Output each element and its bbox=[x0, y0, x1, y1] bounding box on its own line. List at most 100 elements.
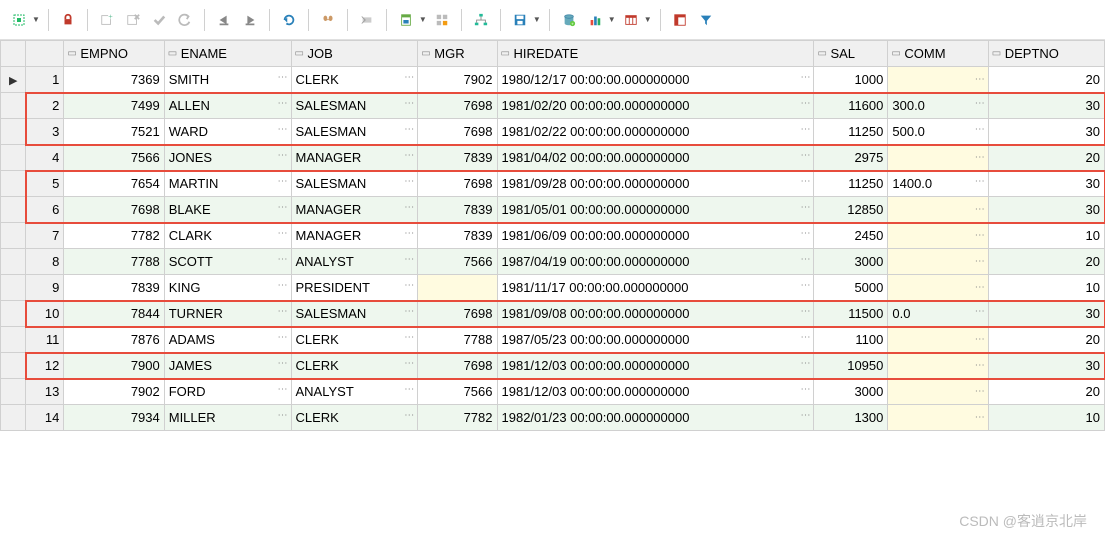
group-icon[interactable] bbox=[431, 9, 453, 31]
cell-hiredate[interactable]: 1981/06/09 00:00:00.000000000⋯ bbox=[497, 223, 814, 249]
cell-editor-icon[interactable]: ⋯ bbox=[971, 334, 984, 345]
table-row[interactable]: 127900JAMES⋯CLERK⋯76981981/12/03 00:00:0… bbox=[1, 353, 1105, 379]
cell-editor-icon[interactable]: ⋯ bbox=[796, 306, 809, 317]
cell-empno[interactable]: 7844 bbox=[64, 301, 164, 327]
cell-editor-icon[interactable]: ⋯ bbox=[796, 202, 809, 213]
cell-editor-icon[interactable]: ⋯ bbox=[796, 72, 809, 83]
cell-editor-icon[interactable]: ⋯ bbox=[400, 150, 413, 161]
cell-sal[interactable]: 1000 bbox=[814, 67, 888, 93]
cell-hiredate[interactable]: 1981/04/02 00:00:00.000000000⋯ bbox=[497, 145, 814, 171]
cell-editor-icon[interactable]: ⋯ bbox=[400, 72, 413, 83]
cell-ename[interactable]: WARD⋯ bbox=[164, 119, 291, 145]
last-icon[interactable] bbox=[239, 9, 261, 31]
cell-editor-icon[interactable]: ⋯ bbox=[971, 74, 984, 85]
cell-hiredate[interactable]: 1982/01/23 00:00:00.000000000⋯ bbox=[497, 405, 814, 431]
cell-empno[interactable]: 7369 bbox=[64, 67, 164, 93]
cell-comm[interactable]: ⋯ bbox=[888, 353, 988, 379]
grid-config-icon[interactable] bbox=[8, 9, 30, 31]
cell-ename[interactable]: CLARK⋯ bbox=[164, 223, 291, 249]
find-icon[interactable] bbox=[317, 9, 339, 31]
cell-deptno[interactable]: 10 bbox=[988, 275, 1104, 301]
cell-editor-icon[interactable]: ⋯ bbox=[400, 358, 413, 369]
table-row[interactable]: 147934MILLER⋯CLERK⋯77821982/01/23 00:00:… bbox=[1, 405, 1105, 431]
first-icon[interactable] bbox=[213, 9, 235, 31]
cell-deptno[interactable]: 10 bbox=[988, 405, 1104, 431]
cell-editor-icon[interactable]: ⋯ bbox=[400, 254, 413, 265]
cell-editor-icon[interactable]: ⋯ bbox=[796, 98, 809, 109]
cell-sal[interactable]: 2450 bbox=[814, 223, 888, 249]
cell-sal[interactable]: 11250 bbox=[814, 119, 888, 145]
cell-hiredate[interactable]: 1981/12/03 00:00:00.000000000⋯ bbox=[497, 379, 814, 405]
cell-editor-icon[interactable]: ⋯ bbox=[796, 384, 809, 395]
sort-icon[interactable]: ▭ bbox=[168, 49, 177, 59]
cell-mgr[interactable]: 7782 bbox=[418, 405, 497, 431]
cell-editor-icon[interactable]: ⋯ bbox=[400, 332, 413, 343]
sort-icon[interactable]: ▭ bbox=[421, 49, 430, 59]
delete-record-icon[interactable] bbox=[122, 9, 144, 31]
cell-ename[interactable]: SMITH⋯ bbox=[164, 67, 291, 93]
cell-hiredate[interactable]: 1981/05/01 00:00:00.000000000⋯ bbox=[497, 197, 814, 223]
cell-hiredate[interactable]: 1981/02/20 00:00:00.000000000⋯ bbox=[497, 93, 814, 119]
cell-mgr[interactable]: 7788 bbox=[418, 327, 497, 353]
cell-ename[interactable]: MARTIN⋯ bbox=[164, 171, 291, 197]
cell-editor-icon[interactable]: ⋯ bbox=[274, 280, 287, 291]
cell-mgr[interactable]: 7839 bbox=[418, 223, 497, 249]
cell-sal[interactable]: 11600 bbox=[814, 93, 888, 119]
rollback-icon[interactable] bbox=[174, 9, 196, 31]
chart-icon[interactable] bbox=[584, 9, 606, 31]
cell-editor-icon[interactable]: ⋯ bbox=[274, 358, 287, 369]
cell-job[interactable]: ANALYST⋯ bbox=[291, 249, 418, 275]
cell-comm[interactable]: ⋯ bbox=[888, 145, 988, 171]
columns-icon[interactable] bbox=[620, 9, 642, 31]
cell-sal[interactable]: 10950 bbox=[814, 353, 888, 379]
cell-hiredate[interactable]: 1981/12/03 00:00:00.000000000⋯ bbox=[497, 353, 814, 379]
cell-mgr[interactable]: 7839 bbox=[418, 197, 497, 223]
column-header-empno[interactable]: ▭EMPNO bbox=[64, 41, 164, 67]
column-header-job[interactable]: ▭JOB bbox=[291, 41, 418, 67]
dropdown-icon[interactable]: ▼ bbox=[32, 15, 40, 24]
cell-editor-icon[interactable]: ⋯ bbox=[274, 202, 287, 213]
cell-ename[interactable]: JAMES⋯ bbox=[164, 353, 291, 379]
cell-comm[interactable]: ⋯ bbox=[888, 249, 988, 275]
cell-empno[interactable]: 7876 bbox=[64, 327, 164, 353]
cell-sal[interactable]: 5000 bbox=[814, 275, 888, 301]
cell-editor-icon[interactable]: ⋯ bbox=[796, 332, 809, 343]
cell-ename[interactable]: MILLER⋯ bbox=[164, 405, 291, 431]
dropdown-icon[interactable]: ▼ bbox=[644, 15, 652, 24]
cell-comm[interactable]: 500.0⋯ bbox=[888, 119, 988, 145]
refresh-icon[interactable] bbox=[278, 9, 300, 31]
cell-comm[interactable]: ⋯ bbox=[888, 67, 988, 93]
cell-comm[interactable]: 300.0⋯ bbox=[888, 93, 988, 119]
column-header-mgr[interactable]: ▭MGR bbox=[418, 41, 497, 67]
cell-ename[interactable]: BLAKE⋯ bbox=[164, 197, 291, 223]
table-row[interactable]: 87788SCOTT⋯ANALYST⋯75661987/04/19 00:00:… bbox=[1, 249, 1105, 275]
cell-sal[interactable]: 3000 bbox=[814, 379, 888, 405]
cell-empno[interactable]: 7566 bbox=[64, 145, 164, 171]
cell-sal[interactable]: 2975 bbox=[814, 145, 888, 171]
cell-mgr[interactable]: 7698 bbox=[418, 93, 497, 119]
sort-icon[interactable]: ▭ bbox=[67, 49, 76, 59]
cell-comm[interactable]: ⋯ bbox=[888, 327, 988, 353]
table-row[interactable]: 47566JONES⋯MANAGER⋯78391981/04/02 00:00:… bbox=[1, 145, 1105, 171]
cell-hiredate[interactable]: 1981/02/22 00:00:00.000000000⋯ bbox=[497, 119, 814, 145]
new-record-icon[interactable]: ＋ bbox=[96, 9, 118, 31]
cell-ename[interactable]: KING⋯ bbox=[164, 275, 291, 301]
column-header-hiredate[interactable]: ▭HIREDATE bbox=[497, 41, 814, 67]
column-header-deptno[interactable]: ▭DEPTNO bbox=[988, 41, 1104, 67]
cell-empno[interactable]: 7698 bbox=[64, 197, 164, 223]
sort-icon[interactable]: ▭ bbox=[295, 49, 304, 59]
cell-editor-icon[interactable]: ⋯ bbox=[796, 358, 809, 369]
cell-comm[interactable]: ⋯ bbox=[888, 223, 988, 249]
cell-empno[interactable]: 7902 bbox=[64, 379, 164, 405]
sort-icon[interactable]: ▭ bbox=[992, 49, 1001, 59]
cell-editor-icon[interactable]: ⋯ bbox=[796, 410, 809, 421]
table-row[interactable]: 107844TURNER⋯SALESMAN⋯76981981/09/08 00:… bbox=[1, 301, 1105, 327]
cell-hiredate[interactable]: 1981/11/17 00:00:00.000000000⋯ bbox=[497, 275, 814, 301]
cell-mgr[interactable] bbox=[418, 275, 497, 301]
cell-hiredate[interactable]: 1981/09/08 00:00:00.000000000⋯ bbox=[497, 301, 814, 327]
cell-mgr[interactable]: 7902 bbox=[418, 67, 497, 93]
cell-editor-icon[interactable]: ⋯ bbox=[796, 254, 809, 265]
cell-hiredate[interactable]: 1987/04/19 00:00:00.000000000⋯ bbox=[497, 249, 814, 275]
filter-funnel-icon[interactable] bbox=[695, 9, 717, 31]
cell-editor-icon[interactable]: ⋯ bbox=[971, 176, 984, 187]
